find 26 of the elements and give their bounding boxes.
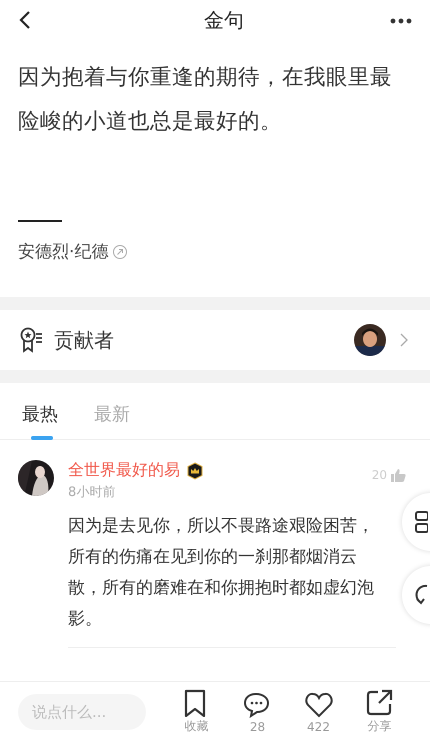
comment-text: 因为是去见你，所以不畏路途艰险困苦，所有的伤痛在见到你的一刹那都烟消云散，所有的磨难在和你拥抱时都如虚幻泡影。	[68, 515, 375, 631]
contributors-row[interactable]: 贡献者	[0, 310, 430, 370]
share-icon	[366, 689, 394, 717]
comment-icon	[244, 690, 272, 718]
more-icon[interactable]	[390, 18, 412, 24]
tab[interactable]: 最热	[22, 383, 58, 439]
heart-icon	[304, 690, 332, 718]
thumbs-up-icon[interactable]	[390, 468, 406, 482]
action-button[interactable]: 分享	[349, 689, 410, 735]
tab[interactable]: 最新	[94, 383, 130, 439]
page-title: 金句	[204, 6, 244, 34]
user-name[interactable]: 全世界最好的易	[68, 460, 180, 481]
author-link[interactable]: 安德烈·纪德	[18, 240, 108, 263]
badge-icon	[20, 327, 44, 353]
chevron-right-icon	[400, 333, 408, 347]
comment-field[interactable]: 说点什么...	[18, 694, 146, 730]
crown-badge-icon	[186, 462, 204, 480]
back-icon[interactable]	[18, 10, 32, 30]
refresh-icon	[414, 583, 428, 607]
grid-icon	[414, 510, 428, 534]
action-button[interactable]: 收藏	[166, 689, 227, 735]
contributors-label: 贡献者	[54, 326, 115, 354]
action-button[interactable]: 28	[227, 690, 288, 734]
action-button[interactable]: 422	[288, 690, 349, 734]
quote-text: 因为抱着与你重逢的期待，在我眼里最险峻的小道也总是最好的。	[18, 64, 393, 136]
comment-time: 8小时前	[68, 484, 116, 501]
